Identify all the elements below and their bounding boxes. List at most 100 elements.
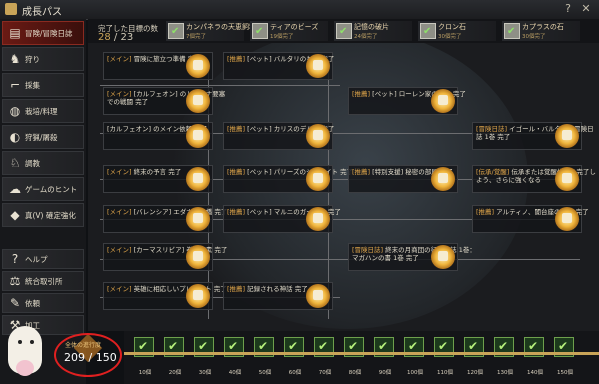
milestone-label: 110個 (437, 370, 453, 376)
sidebar-item-label: 真(V) 確定強化 (25, 211, 76, 220)
reward-requirement: 19個完了 (270, 34, 294, 40)
reward-requirement: 24個完了 (354, 34, 378, 40)
scale-icon: ⚖ (9, 274, 21, 288)
reward-name: ティアのビーズ (270, 23, 319, 31)
milestone-progress-bar (124, 352, 599, 355)
check-icon: ✔ (498, 339, 509, 353)
milestone-label: 40個 (228, 370, 242, 376)
goal-node[interactable]: [カルフェオン] のメイン依頼 完了 (103, 122, 213, 150)
goal-node[interactable]: [推薦] 記録される神話 完了 (223, 282, 333, 310)
goal-node[interactable]: [推薦] [ペット] カリスのデルペ 完了 (223, 122, 334, 150)
sidebar-item-label: 採集 (25, 81, 40, 90)
sidebar-item-enhance[interactable]: ◆ 真(V) 確定強化 (2, 203, 84, 227)
check-icon: ✔ (318, 339, 329, 353)
sidebar-item-hunting[interactable]: ♞ 狩り (2, 47, 84, 71)
reward-card[interactable]: ✔ ティアのビーズ 19個完了 (250, 21, 328, 41)
goal-node[interactable]: [メイン] [バレンシア] エダナの木橋 完了 (103, 205, 227, 233)
goal-node[interactable]: [伝承/覚醒] 伝承または覚醒依頼を完了し よう、さらに強くなる (472, 165, 596, 193)
reward-orb-icon (306, 167, 330, 191)
goal-text: [推薦] 記録される神話 完了 (227, 285, 308, 293)
reward-requirement: 30個完了 (522, 34, 546, 40)
check-icon: ✔ (138, 339, 149, 353)
check-icon: ✔ (288, 339, 299, 353)
reward-orb-icon (555, 207, 579, 231)
goal-text: [冒険日誌] 終末の月商団の行動日誌 1巻： マガハンの書 1巻 完了 (352, 246, 476, 262)
sidebar-item-market[interactable]: ⚖ 統合取引所 (2, 271, 84, 291)
goals-header: 完了した目標の数 28 / 23 ✔ カンパネラの天恵飼料 7個完了 ✔ ティア… (88, 19, 599, 43)
reward-orb-icon (186, 245, 210, 269)
reward-requirement: 7個完了 (186, 34, 206, 40)
reward-orb-icon (555, 124, 579, 148)
reward-orb-icon (186, 207, 210, 231)
check-icon: ✔ (228, 339, 239, 353)
reward-card[interactable]: ✔ 記憶の破片 24個完了 (334, 21, 412, 41)
reward-card[interactable]: ✔ カンパネラの天恵飼料 7個完了 (166, 21, 256, 41)
goal-node[interactable]: [メイン] [カルフェオン] のトリーナ要塞 での戦闘 完了 (103, 87, 225, 115)
goal-text: [メイン] 終末の予言 完了 (107, 168, 182, 176)
sidebar-item-label: 狩猟/屠殺 (25, 133, 58, 142)
total-progress-value: 209 / 150 (64, 351, 117, 364)
reward-name: クロン石 (438, 23, 466, 31)
check-icon: ✔ (438, 339, 449, 353)
check-icon: ✔ (423, 26, 432, 37)
sidebar-item-training[interactable]: ♘ 調教 (2, 151, 84, 175)
sidebar-item-label: 冒険/冒険日誌 (25, 29, 73, 38)
goal-node[interactable]: [冒険日誌] 終末の月商団の行動日誌 1巻： マガハンの書 1巻 完了 (348, 243, 476, 271)
milestone-label: 50個 (258, 370, 272, 376)
reward-name: カプラスの石 (522, 23, 564, 31)
check-icon: ✔ (528, 339, 539, 353)
question-icon: ? (11, 252, 19, 266)
reward-orb-icon (306, 284, 330, 308)
completed-count: 28 / 23 (98, 32, 134, 43)
sidebar-item-cooking[interactable]: ◍ 栽培/料理 (2, 99, 84, 123)
milestone-label: 140個 (527, 370, 543, 376)
goal-node[interactable]: [メイン] 終末の予言 完了 (103, 165, 213, 193)
reward-orb-icon (431, 167, 455, 191)
goal-node[interactable]: [メイン] [カーマスリビア] 巻耕簡素 完了 (103, 243, 227, 271)
sidebar-item-label: ヘルプ (25, 255, 48, 264)
milestone-label: 80個 (348, 370, 362, 376)
goal-node[interactable]: [推薦] [ペット] バルタリのもの 完了 (223, 52, 334, 80)
reward-orb-icon (306, 54, 330, 78)
check-icon: ✔ (507, 26, 516, 37)
sidebar-item-quests[interactable]: ✎ 依頼 (2, 293, 84, 313)
reward-orb-icon (186, 284, 210, 308)
goal-node[interactable]: [メイン] 英雄に相応しいプレゼント 完了 (103, 282, 227, 310)
check-icon: ✔ (348, 339, 359, 353)
check-icon: ✔ (378, 339, 389, 353)
goal-node[interactable]: [推薦] [ペット] パリーズのジュナイト 完了 (223, 165, 353, 193)
goal-node[interactable]: [メイン] 冒険に旅立つ準備 完了 (103, 52, 213, 80)
reward-card[interactable]: ✔ カプラスの石 30個完了 (502, 21, 580, 41)
goal-node[interactable]: [推薦] [ペット] マルニのガーガー 完了 (223, 205, 341, 233)
sidebar-item-gathering[interactable]: ⌐ 採集 (2, 73, 84, 97)
milestone-label: 90個 (378, 370, 392, 376)
reward-orb-icon (306, 207, 330, 231)
sidebar-item-hints[interactable]: ☁ ゲームのヒント (2, 177, 84, 201)
reward-card[interactable]: ✔ クロン石 30個完了 (418, 21, 496, 41)
check-icon: ✔ (468, 339, 479, 353)
cooking-icon: ◍ (9, 104, 21, 118)
goal-node[interactable]: [冒険日誌] イゴール・バルタリの冒険日 誌 1巻 完了 (472, 122, 594, 150)
growth-pass-icon (5, 3, 17, 15)
sidebar-item-label: 依頼 (25, 299, 40, 308)
milestone-label: 70個 (318, 370, 332, 376)
sidebar-item-help[interactable]: ? ヘルプ (2, 249, 84, 269)
milestone-label: 100個 (407, 370, 423, 376)
reward-orb-icon (555, 167, 579, 191)
close-icon[interactable]: ✕ (580, 3, 592, 15)
check-icon: ✔ (171, 26, 180, 37)
reward-orb-icon (186, 54, 210, 78)
goal-node[interactable]: [推薦] [特別支援] 秘密の部屋 完了 (348, 165, 458, 193)
goal-node[interactable]: [推薦] アルティノ、闇台座の世界 完了 (472, 205, 589, 233)
help-icon[interactable]: ? (562, 3, 574, 15)
hoe-icon: ⌐ (9, 78, 21, 92)
sidebar-item-butchery[interactable]: ◐ 狩猟/屠殺 (2, 125, 84, 149)
goal-node[interactable]: [推薦] [ペット] ローレン家のまる 完了 (348, 87, 466, 115)
sidebar-item-label: 調教 (25, 159, 40, 168)
reward-name: 記憶の破片 (354, 23, 389, 31)
sidebar-item-adventure[interactable]: ▤ 冒険/冒険日誌 (2, 21, 84, 45)
reward-orb-icon (431, 245, 455, 269)
reward-orb-icon (186, 167, 210, 191)
reward-orb-icon (186, 124, 210, 148)
reward-orb-icon (431, 89, 455, 113)
